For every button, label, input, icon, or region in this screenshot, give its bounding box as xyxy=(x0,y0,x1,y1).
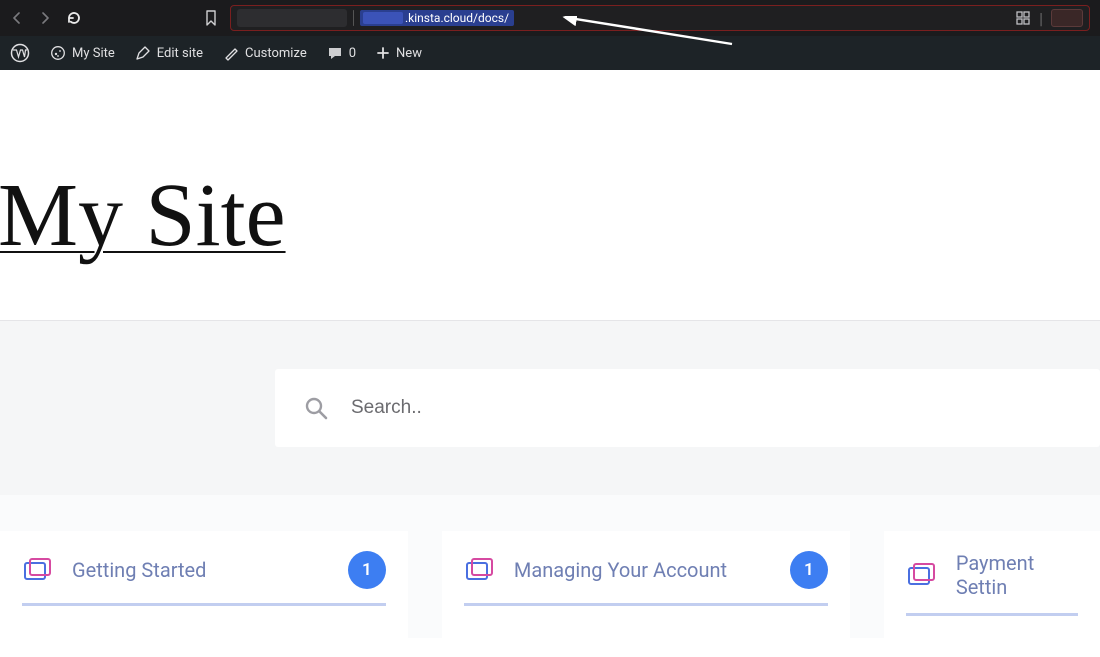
url-separator xyxy=(353,10,354,26)
card-title: Payment Settin xyxy=(956,551,1078,599)
wordpress-logo-icon[interactable] xyxy=(10,43,30,63)
wp-site-link[interactable]: My Site xyxy=(50,45,115,61)
card-title: Getting Started xyxy=(72,558,328,582)
edit-site-icon xyxy=(135,45,151,61)
card-separator xyxy=(464,603,828,606)
search-icon xyxy=(303,395,329,421)
card-separator xyxy=(22,603,386,606)
url-subdomain-mask xyxy=(363,12,403,24)
browser-top-bar: .kinsta.cloud/docs/ | xyxy=(0,0,1100,36)
card-folder-icon xyxy=(464,555,494,585)
plus-icon xyxy=(376,46,390,60)
wp-site-label: My Site xyxy=(72,46,115,61)
card-separator xyxy=(906,613,1078,616)
address-bar[interactable]: .kinsta.cloud/docs/ | xyxy=(230,5,1090,31)
docs-card[interactable]: Managing Your Account 1 xyxy=(442,531,850,638)
card-folder-icon xyxy=(906,560,936,590)
wp-comments-link[interactable]: 0 xyxy=(327,45,356,61)
profile-chip[interactable] xyxy=(1051,9,1083,27)
wp-comments-count: 0 xyxy=(349,46,356,61)
site-home-icon xyxy=(50,45,66,61)
browser-nav-group xyxy=(10,10,82,26)
wp-admin-bar: My Site Edit site Customize 0 New xyxy=(0,36,1100,70)
forward-icon[interactable] xyxy=(38,11,52,25)
wp-new-label: New xyxy=(396,46,422,61)
bookmark-icon[interactable] xyxy=(204,10,218,26)
docs-cards-row: Getting Started 1 Managing Your Account … xyxy=(0,495,1100,638)
search-input[interactable] xyxy=(351,397,1072,419)
wp-new-link[interactable]: New xyxy=(376,46,422,61)
comments-icon xyxy=(327,45,343,61)
back-icon[interactable] xyxy=(10,11,24,25)
url-visible-text: .kinsta.cloud/docs/ xyxy=(405,11,509,25)
refresh-icon[interactable] xyxy=(66,10,82,26)
extensions-grid-icon[interactable] xyxy=(1015,10,1031,26)
customize-brush-icon xyxy=(223,45,239,61)
card-count-badge: 1 xyxy=(348,551,386,589)
url-host-mask xyxy=(237,9,347,27)
site-title[interactable]: My Site xyxy=(0,164,286,267)
address-bar-tools: | xyxy=(1015,9,1083,28)
wp-edit-site-label: Edit site xyxy=(157,46,203,61)
docs-card[interactable]: Getting Started 1 xyxy=(0,531,408,638)
search-section xyxy=(0,320,1100,495)
url-selected-fragment: .kinsta.cloud/docs/ xyxy=(360,10,514,26)
page-header: My Site xyxy=(0,70,1100,320)
docs-card[interactable]: Payment Settin xyxy=(884,531,1100,638)
wp-customize-link[interactable]: Customize xyxy=(223,45,307,61)
card-title: Managing Your Account xyxy=(514,558,770,582)
card-folder-icon xyxy=(22,555,52,585)
wp-edit-site-link[interactable]: Edit site xyxy=(135,45,203,61)
wp-customize-label: Customize xyxy=(245,46,307,61)
search-box[interactable] xyxy=(275,369,1100,447)
card-count-badge: 1 xyxy=(790,551,828,589)
